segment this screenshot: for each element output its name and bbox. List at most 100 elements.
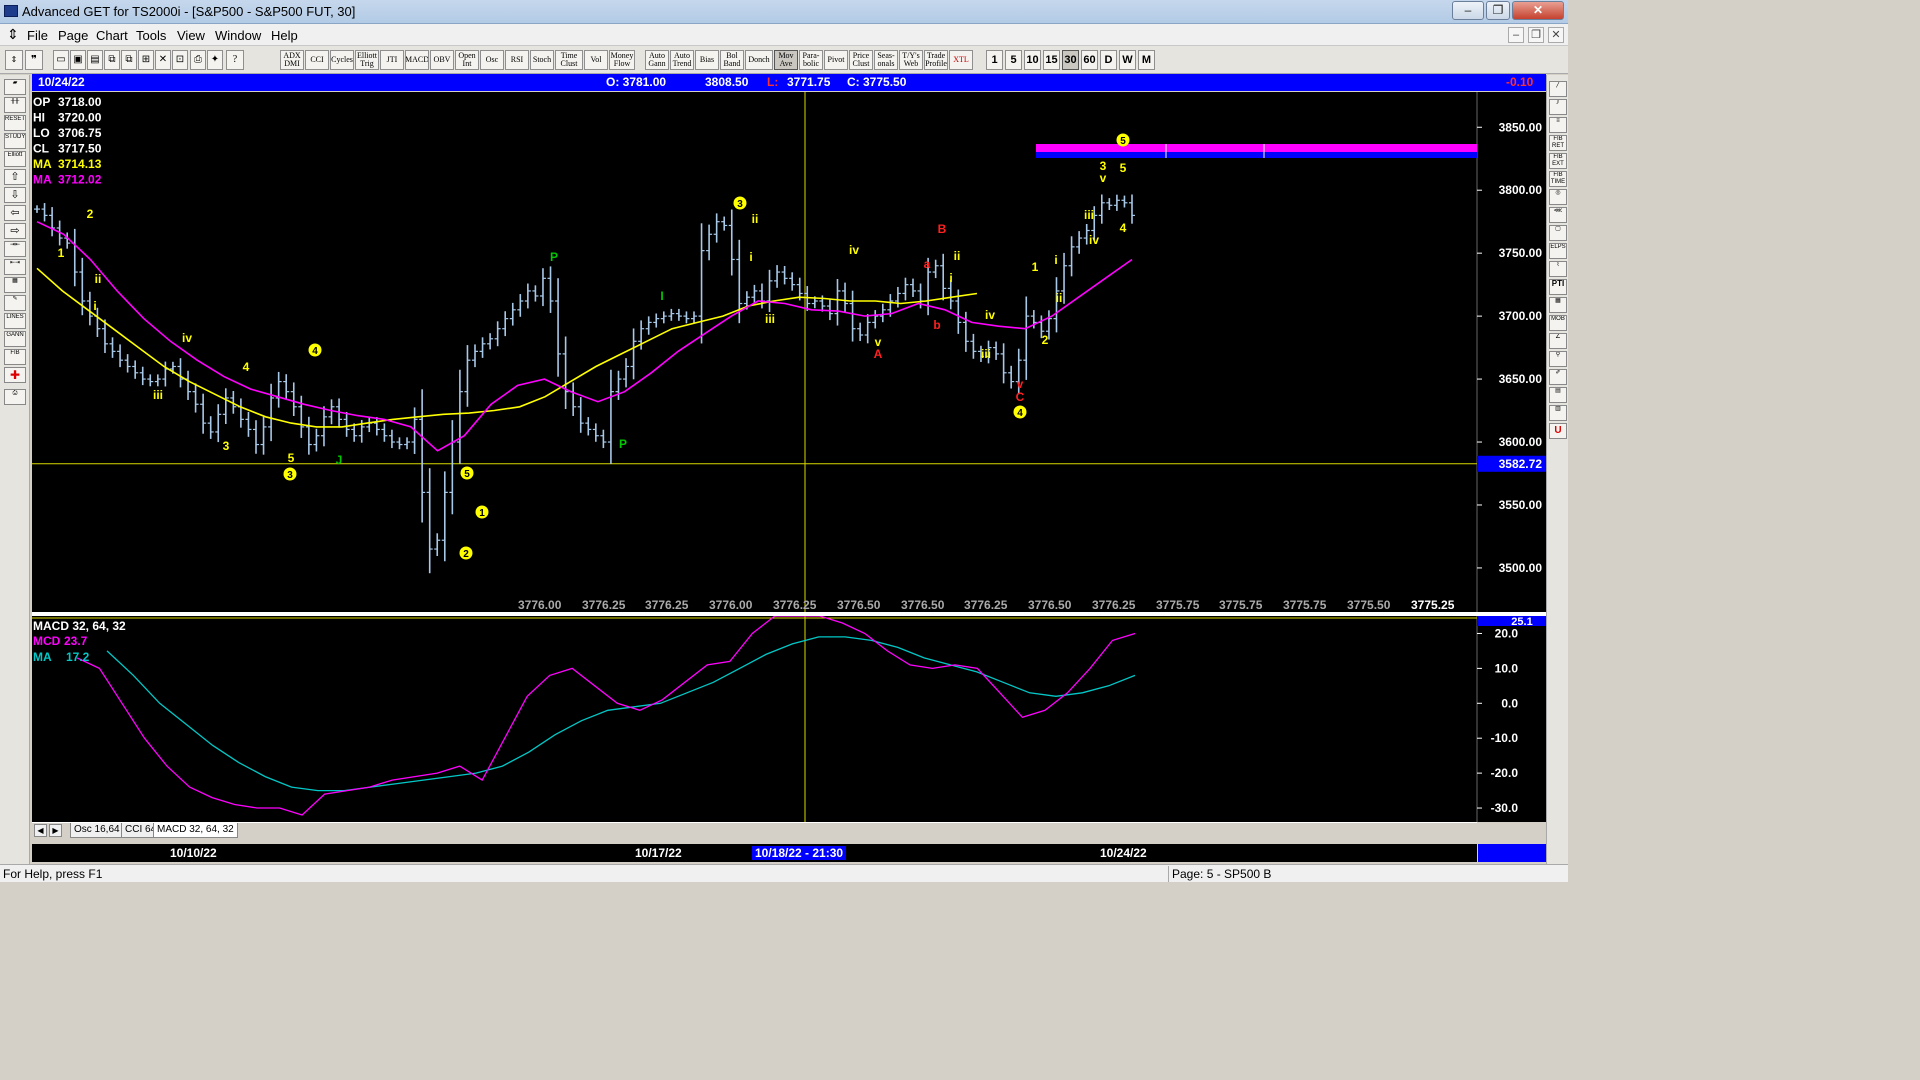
fib-ext-tool-icon[interactable]: FIB EXT [1549, 153, 1567, 169]
timeframe-10-button[interactable]: 10 [1024, 50, 1041, 70]
fan-tool-icon[interactable]: ⋘ [1549, 207, 1567, 223]
quote-icon[interactable]: ❞ [25, 50, 43, 70]
arrow-right-icon[interactable]: ⇨ [4, 223, 26, 239]
trendline-tool-icon[interactable]: ╱ [1549, 81, 1567, 97]
document-icon[interactable]: ⇕ [7, 26, 19, 43]
tab-macd[interactable]: MACD 32, 64, 32 [153, 823, 238, 838]
timeframe-15-button[interactable]: 15 [1043, 50, 1060, 70]
timeframe-1-button[interactable]: 1 [986, 50, 1003, 70]
bars-tool-icon[interactable]: ╫╫ [4, 97, 26, 113]
study-jti-button[interactable]: JTI [380, 50, 404, 70]
close-button[interactable]: ✕ [1512, 1, 1564, 20]
price-chart-pane[interactable]: 3850.00 3800.00 3750.00 3700.00 3650.00 3600.… [32, 92, 1546, 612]
study-pivot-button[interactable]: Pivot [824, 50, 848, 70]
price-chart-svg[interactable]: 3850.00 3800.00 3750.00 3700.00 3650.00 3600.… [32, 92, 1546, 612]
list-tool-icon[interactable]: ▥ [1549, 405, 1567, 421]
minimize-button[interactable]: – [1452, 1, 1484, 20]
study-seasonals-button[interactable]: Seas-onals [874, 50, 898, 70]
study-macd-button[interactable]: MACD [405, 50, 429, 70]
pointer-tool-icon[interactable]: ⇕ [5, 50, 23, 70]
study-time-clust-button[interactable]: Time Clust [555, 50, 583, 70]
study-osc-button[interactable]: Osc [480, 50, 504, 70]
menu-chart[interactable]: Chart [96, 28, 128, 43]
angle-tool-icon[interactable]: ∠ [1549, 333, 1567, 349]
study-open-int-button[interactable]: Open Int [455, 50, 479, 70]
wave-tool-icon[interactable]: ⌇ [1549, 261, 1567, 277]
tab-scroll-right-icon[interactable]: ▶ [49, 824, 62, 837]
grid2-tool-icon[interactable]: ▤ [1549, 387, 1567, 403]
link-icon[interactable]: ⧉ [121, 50, 137, 70]
study-elliott-trig-button[interactable]: Elliott Trig [355, 50, 379, 70]
help-pointer-icon[interactable]: ? [226, 50, 244, 70]
mdi-restore-button[interactable]: ❐ [1528, 27, 1544, 43]
lines-tool-icon[interactable]: LINES [4, 313, 26, 329]
study-bias-button[interactable]: Bias [695, 50, 719, 70]
timeframe-30-button[interactable]: 30 [1062, 50, 1079, 70]
channel-tool-icon[interactable]: ⫽ [1549, 99, 1567, 115]
study-cycles-button[interactable]: Cycles [330, 50, 354, 70]
mdi-close-button[interactable]: ✕ [1548, 27, 1564, 43]
study-xtl-button[interactable]: XTL [949, 50, 973, 70]
restore-button[interactable]: ❐ [1486, 1, 1510, 20]
new-page-icon[interactable]: ▭ [53, 50, 69, 70]
study-vol-button[interactable]: Vol [584, 50, 608, 70]
expand-tool-icon[interactable]: ⇤⇥ [4, 259, 26, 275]
timeframe-m-button[interactable]: M [1138, 50, 1155, 70]
study-donch-button[interactable]: Donch [745, 50, 773, 70]
study-bol-band-button[interactable]: Bol Band [720, 50, 744, 70]
study-stoch-button[interactable]: Stoch [530, 50, 554, 70]
study-auto-trend-button[interactable]: Auto Trend [670, 50, 694, 70]
compress-tool-icon[interactable]: ⇥⇤ [4, 241, 26, 257]
table-tool-icon[interactable]: ▦ [1549, 297, 1567, 313]
open-page-icon[interactable]: ▣ [70, 50, 86, 70]
save-icon[interactable]: ▤ [87, 50, 103, 70]
arrow-left-icon[interactable]: ⇦ [4, 205, 26, 221]
circle-tool-icon[interactable]: ◎ [1549, 189, 1567, 205]
pen-tool-icon[interactable]: ✎ [4, 295, 26, 311]
magnify-tool-icon[interactable]: ⚲ [1549, 351, 1567, 367]
study-rsi-button[interactable]: RSI [505, 50, 529, 70]
pti-tool-icon[interactable]: PTI [1549, 279, 1567, 295]
delete-icon[interactable]: ✕ [155, 50, 171, 70]
box-tool-icon[interactable]: ▢ [1549, 225, 1567, 241]
study-mov-ave-button[interactable]: Mov Ave [774, 50, 798, 70]
fib-ret-tool-icon[interactable]: FIB RET [1549, 135, 1567, 151]
timeframe-60-button[interactable]: 60 [1081, 50, 1098, 70]
menu-window[interactable]: Window [215, 28, 261, 43]
arrow-up-icon[interactable]: ⇧ [4, 169, 26, 185]
print-tool-icon[interactable]: ⎙ [4, 389, 26, 405]
reset-tool-icon[interactable]: RESET [4, 115, 26, 131]
menu-view[interactable]: View [177, 28, 205, 43]
macd-chart-svg[interactable]: 25.120.010.00.0-10.0-20.0-30.0MACD 32, 6… [32, 616, 1546, 822]
mdi-minimize-button[interactable]: – [1508, 27, 1524, 43]
timeframe-5-button[interactable]: 5 [1005, 50, 1022, 70]
mob-tool-icon[interactable]: MOB [1549, 315, 1567, 331]
menu-file[interactable]: File [27, 28, 48, 43]
arrow-down-icon[interactable]: ⇩ [4, 187, 26, 203]
elliott-tool-icon[interactable]: Elliott [4, 151, 26, 167]
open-tool-icon[interactable]: ▰ [4, 79, 26, 95]
study-obv-button[interactable]: OBV [430, 50, 454, 70]
timeframe-w-button[interactable]: W [1119, 50, 1136, 70]
zoom-icon[interactable]: ⊡ [172, 50, 188, 70]
study-adx-dmi-button[interactable]: ADX DMI [280, 50, 304, 70]
print-icon[interactable]: ⎙ [190, 50, 206, 70]
fib-tool-icon[interactable]: FIB [4, 349, 26, 365]
fib-time-tool-icon[interactable]: FIB TIME [1549, 171, 1567, 187]
study-trade-profile-button[interactable]: Trade Profile [924, 50, 948, 70]
gann-tool-icon[interactable]: GANN [4, 331, 26, 347]
tab-scroll-left-icon[interactable]: ◀ [34, 824, 47, 837]
menu-tools[interactable]: Tools [136, 28, 166, 43]
crosshair-tool-icon[interactable]: ✚ [4, 367, 26, 383]
study-parabolic-button[interactable]: Para-bolic [799, 50, 823, 70]
bulb-icon[interactable]: ✦ [207, 50, 223, 70]
tab-osc[interactable]: Osc 16,64 [70, 823, 124, 838]
study-cci-button[interactable]: CCI [305, 50, 329, 70]
study-money-flow-button[interactable]: Money Flow [609, 50, 635, 70]
study-auto-gann-button[interactable]: Auto Gann [645, 50, 669, 70]
ellipse-tool-icon[interactable]: ELPS [1549, 243, 1567, 259]
study-price-clust-button[interactable]: Price Clust [849, 50, 873, 70]
paint-tool-icon[interactable]: ✐ [1549, 369, 1567, 385]
menu-help[interactable]: Help [271, 28, 298, 43]
magnet-tool-icon[interactable]: U [1549, 423, 1567, 439]
